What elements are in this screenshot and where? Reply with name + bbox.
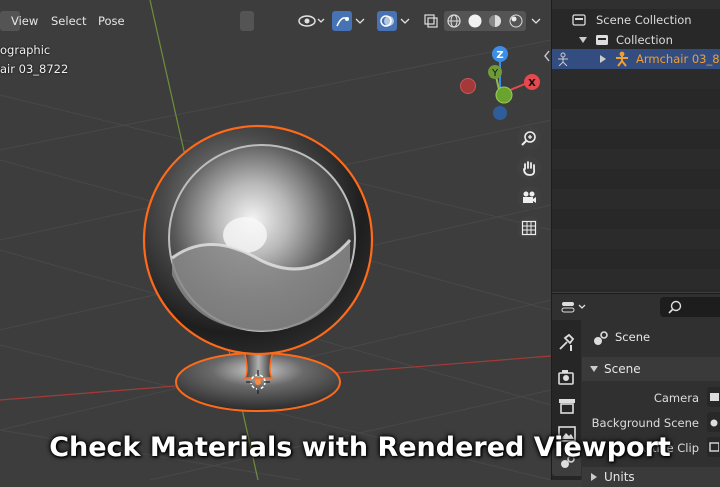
render-icon (558, 370, 574, 385)
wireframe-shading-icon[interactable] (446, 13, 462, 29)
sidebar-toggle[interactable] (543, 48, 551, 62)
camera-icon (710, 393, 719, 401)
3d-viewport[interactable]: View Select Pose ographic air 03_8722 Y … (0, 0, 551, 480)
hand-icon (523, 161, 536, 176)
gizmo-dropdown[interactable] (352, 11, 368, 31)
shading-dropdown[interactable] (528, 11, 544, 31)
camera-field[interactable] (707, 387, 720, 407)
menu-view[interactable]: View (4, 11, 45, 31)
navigation-gizmo[interactable]: Y Z X (455, 42, 545, 122)
overlay-dropdown[interactable] (397, 11, 413, 31)
menu-select[interactable]: Select (44, 11, 93, 31)
chevron-down-icon (400, 18, 410, 24)
solid-shading-icon[interactable] (467, 13, 483, 29)
outliner-row-scene-collection[interactable]: Scene Collection (552, 10, 720, 30)
camera-label: Camera (653, 391, 699, 405)
collection-label: Collection (616, 33, 673, 47)
scene-icon (710, 419, 718, 427)
menu-pose[interactable]: Pose (91, 11, 132, 31)
collection-icon (596, 35, 608, 45)
xray-toggle[interactable] (422, 11, 440, 31)
outliner-row-collection[interactable]: Collection (552, 30, 720, 50)
visibility-toggle[interactable] (296, 11, 328, 31)
neg-z-handle (493, 106, 507, 120)
tool-icon (559, 333, 575, 351)
rendered-shading-icon[interactable] (508, 13, 524, 29)
view-projection-label: ographic (0, 43, 51, 57)
chevron-down-icon (355, 18, 365, 24)
material-shading-icon[interactable] (487, 13, 503, 29)
gizmo-z-label: Z (496, 50, 503, 61)
output-icon (559, 399, 575, 414)
pan-button[interactable] (517, 156, 541, 180)
grid-icon (521, 220, 537, 236)
armchair-object-label: Armchair 03_87 (636, 52, 720, 66)
scene-panel-title: Scene (604, 362, 641, 376)
outliner-panel: Scene Collection Collection Armchair 03_… (552, 0, 720, 292)
units-panel-title: Units (604, 470, 635, 484)
properties-search-input[interactable] (660, 297, 720, 317)
eye-icon (298, 15, 325, 27)
editor-type-dropdown[interactable] (560, 297, 590, 317)
armature-pose-icon[interactable] (556, 52, 570, 66)
units-panel-header[interactable]: Units (582, 467, 720, 487)
xray-icon (424, 14, 438, 28)
gizmo-x-label: X (528, 78, 536, 89)
scene-context-title: Scene (615, 330, 651, 344)
background-scene-label: Background Scene (591, 416, 699, 430)
collapse-arrow-icon (590, 366, 598, 372)
expand-arrow-icon[interactable] (599, 55, 607, 63)
scene-data-icon-wrap (592, 329, 614, 347)
chevron-left-icon (544, 50, 550, 62)
armature-icon (616, 51, 628, 67)
search-icon (668, 300, 682, 314)
chevron-down-icon (531, 18, 541, 24)
overlay-icon (380, 15, 394, 27)
scene-collection-label: Scene Collection (596, 13, 692, 27)
video-caption: Check Materials with Rendered Viewport (49, 432, 671, 463)
transform-dropdown[interactable] (240, 11, 254, 31)
background-scene-field[interactable] (707, 412, 720, 432)
camera-icon (523, 191, 536, 203)
tab-render[interactable] (555, 366, 579, 390)
ortho-toggle-button[interactable] (517, 216, 541, 240)
tab-tool[interactable] (555, 331, 579, 355)
active-object-label: air 03_8722 (0, 62, 69, 76)
collapse-arrow-icon[interactable] (579, 36, 587, 44)
gizmo-icon (336, 17, 349, 27)
scene-collection-icon (572, 14, 586, 26)
scene-panel-header[interactable]: Scene (582, 357, 720, 381)
scene-icon (594, 331, 608, 345)
gizmo-toggle[interactable] (332, 11, 352, 31)
zoom-icon (521, 131, 536, 146)
outliner-row-armchair[interactable]: Armchair 03_87 (552, 49, 720, 69)
tab-output[interactable] (555, 394, 579, 418)
camera-view-button[interactable] (517, 186, 541, 210)
zoom-button[interactable] (517, 126, 541, 150)
gizmo-y-label: Y (491, 68, 499, 79)
overlay-toggle[interactable] (377, 11, 397, 31)
properties-editor-icon (561, 302, 586, 313)
neg-x-handle (460, 78, 476, 94)
shading-modes[interactable] (444, 11, 526, 31)
neg-y-handle (495, 86, 513, 104)
